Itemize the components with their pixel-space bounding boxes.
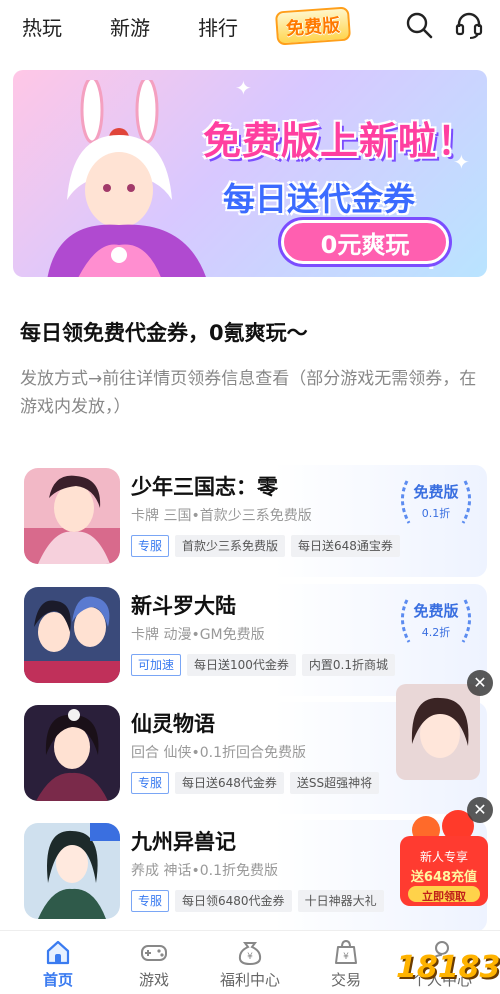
game-name: 新斗罗大陆	[131, 594, 236, 618]
gamepad-icon	[141, 945, 167, 961]
free-version-badge: 免费版 0.1折	[393, 473, 479, 529]
coupon-line-1: 新人专享	[419, 850, 468, 864]
game-thumbnail	[24, 587, 120, 683]
game-thumbnail	[24, 468, 120, 564]
game-name: 九州异兽记	[131, 830, 236, 854]
game-label: 专服	[131, 535, 170, 557]
banner-character-illustration	[47, 80, 206, 277]
banner-subtitle: 每日送代金券	[223, 180, 416, 218]
watermark-logo: 18183	[396, 950, 500, 985]
close-floating-coupon-button[interactable]: ✕	[467, 797, 493, 823]
game-label: 内置0.1折商城	[301, 654, 396, 676]
game-labels: 可加速 每日送100代金券 内置0.1折商城	[131, 654, 396, 676]
home-icon	[46, 940, 70, 965]
floating-portrait-ad[interactable]	[396, 684, 480, 780]
close-floating-ad-button[interactable]: ✕	[467, 670, 493, 696]
badge-title: 免费版	[413, 602, 459, 620]
game-label: 专服	[131, 890, 170, 912]
free-version-badge: 免费版 4.2折	[393, 592, 479, 648]
game-label: 可加速	[131, 654, 182, 676]
tab-free-version[interactable]: 免费版	[274, 6, 352, 46]
promo-description: 发放方式→前往详情页领券信息查看（部分游戏无需领券，在游戏内发放，）	[20, 369, 477, 417]
search-icon[interactable]	[404, 10, 434, 40]
game-thumbnail	[24, 705, 120, 801]
game-name: 仙灵物语	[131, 712, 215, 736]
headset-icon[interactable]	[454, 10, 484, 40]
game-label: 每日领6480代金券	[175, 890, 292, 912]
game-tags: 卡牌 三国•首款少三系免费版	[131, 508, 312, 524]
svg-text:¥: ¥	[247, 952, 253, 962]
floating-coupon-ad[interactable]: 新人专享 送648充值 立即领取	[396, 808, 492, 908]
portrait-image	[396, 684, 480, 780]
game-tags: 养成 神话•0.1折免费版	[131, 863, 278, 879]
game-label: 送SS超强神将	[289, 772, 380, 794]
game-label: 每日送648代金券	[175, 772, 284, 794]
game-label: 每日送648通宝券	[291, 535, 400, 557]
tab-ranking[interactable]: 排行	[198, 12, 238, 41]
nav-trade[interactable]: ¥ 交易	[306, 937, 386, 990]
badge-title: 免费版	[413, 483, 459, 501]
badge-discount: 0.1折	[421, 507, 451, 520]
trade-bag-icon: ¥	[335, 939, 357, 964]
nav-label: 福利中心	[219, 971, 280, 989]
banner-headline: 免费版上新啦！	[203, 119, 477, 163]
nav-welfare-center[interactable]: ¥ 福利中心	[210, 937, 290, 990]
badge-discount: 4.2折	[421, 626, 451, 639]
nav-games[interactable]: 游戏	[114, 937, 194, 990]
sparkle-icon: ✦	[235, 76, 252, 100]
nav-label: 交易	[330, 971, 361, 989]
game-thumbnail	[24, 823, 120, 919]
game-labels: 专服 每日领6480代金券 十日神器大礼	[131, 890, 384, 912]
nav-label: 首页	[42, 971, 73, 989]
game-label: 首款少三系免费版	[175, 535, 286, 557]
game-tags: 卡牌 动漫•GM免费版	[131, 627, 265, 643]
promo-title: 每日领免费代金券，0氪爽玩～	[20, 321, 308, 345]
tab-hot[interactable]: 热玩	[22, 12, 62, 41]
game-labels: 专服 首款少三系免费版 每日送648通宝券	[131, 535, 400, 557]
nav-home[interactable]: 首页	[18, 937, 98, 990]
promo-banner[interactable]: ✦ ✚ ✦ 免费版上新啦！ 每日送代金券 0元爽玩	[13, 70, 487, 277]
banner-pill: 0元爽玩	[281, 220, 449, 264]
nav-label: 游戏	[138, 971, 169, 989]
game-label: 十日神器大礼	[297, 890, 384, 912]
game-card[interactable]: 少年三国志：零 卡牌 三国•首款少三系免费版 专服 首款少三系免费版 每日送64…	[13, 465, 487, 577]
tab-new[interactable]: 新游	[110, 12, 150, 41]
svg-text:¥: ¥	[343, 952, 349, 962]
game-label: 每日送100代金券	[187, 654, 296, 676]
coupon-line-2: 送648充值	[410, 870, 478, 885]
game-tags: 回合 仙侠•0.1折回合免费版	[131, 745, 306, 761]
game-labels: 专服 每日送648代金券 送SS超强神将	[131, 772, 380, 794]
game-card[interactable]: 新斗罗大陆 卡牌 动漫•GM免费版 可加速 每日送100代金券 内置0.1折商城…	[13, 584, 487, 696]
game-name: 少年三国志：零	[131, 475, 278, 499]
game-label: 专服	[131, 772, 170, 794]
coupon-claim-button[interactable]: 立即领取	[396, 888, 492, 904]
moneybag-icon: ¥	[238, 942, 262, 966]
top-nav: 热玩 新游 排行 免费版	[0, 0, 500, 52]
